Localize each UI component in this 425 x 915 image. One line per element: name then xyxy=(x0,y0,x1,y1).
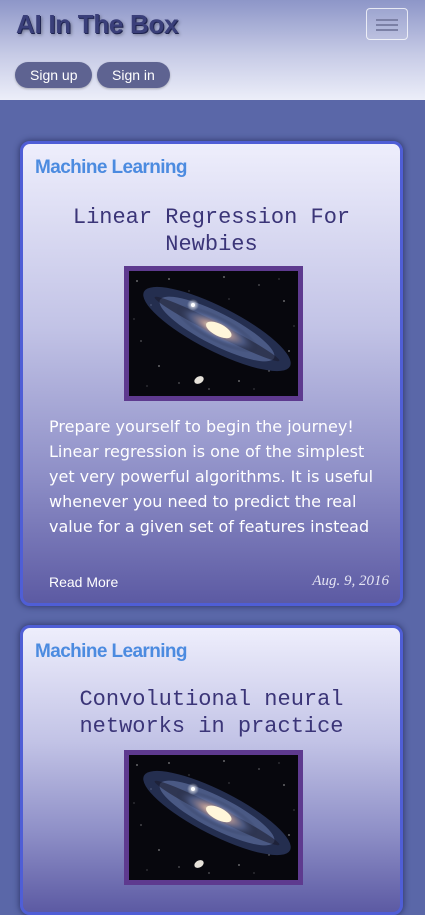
post-category[interactable]: Machine Learning xyxy=(35,157,188,179)
menu-toggle-button[interactable] xyxy=(366,8,408,40)
galaxy-image xyxy=(124,750,303,885)
post-excerpt: Prepare yourself to begin the journey! L… xyxy=(49,417,374,536)
post-title[interactable]: Linear Regression For Newbies xyxy=(23,204,400,258)
post-card: Machine Learning Linear Regression For N… xyxy=(20,141,403,606)
post-card: Machine Learning Convolutional neural ne… xyxy=(20,625,403,915)
post-category[interactable]: Machine Learning xyxy=(35,641,188,663)
sign-in-button[interactable]: Sign in xyxy=(97,62,170,88)
read-more-link[interactable]: Read More xyxy=(49,574,118,590)
galaxy-image xyxy=(124,266,303,401)
site-brand[interactable]: AI In The Box xyxy=(16,9,179,40)
post-date: Aug. 9, 2016 xyxy=(312,573,389,589)
sign-up-button[interactable]: Sign up xyxy=(15,62,93,88)
top-navbar: AI In The Box Sign up Sign in xyxy=(0,0,425,100)
post-title[interactable]: Convolutional neural networks in practic… xyxy=(23,686,400,740)
